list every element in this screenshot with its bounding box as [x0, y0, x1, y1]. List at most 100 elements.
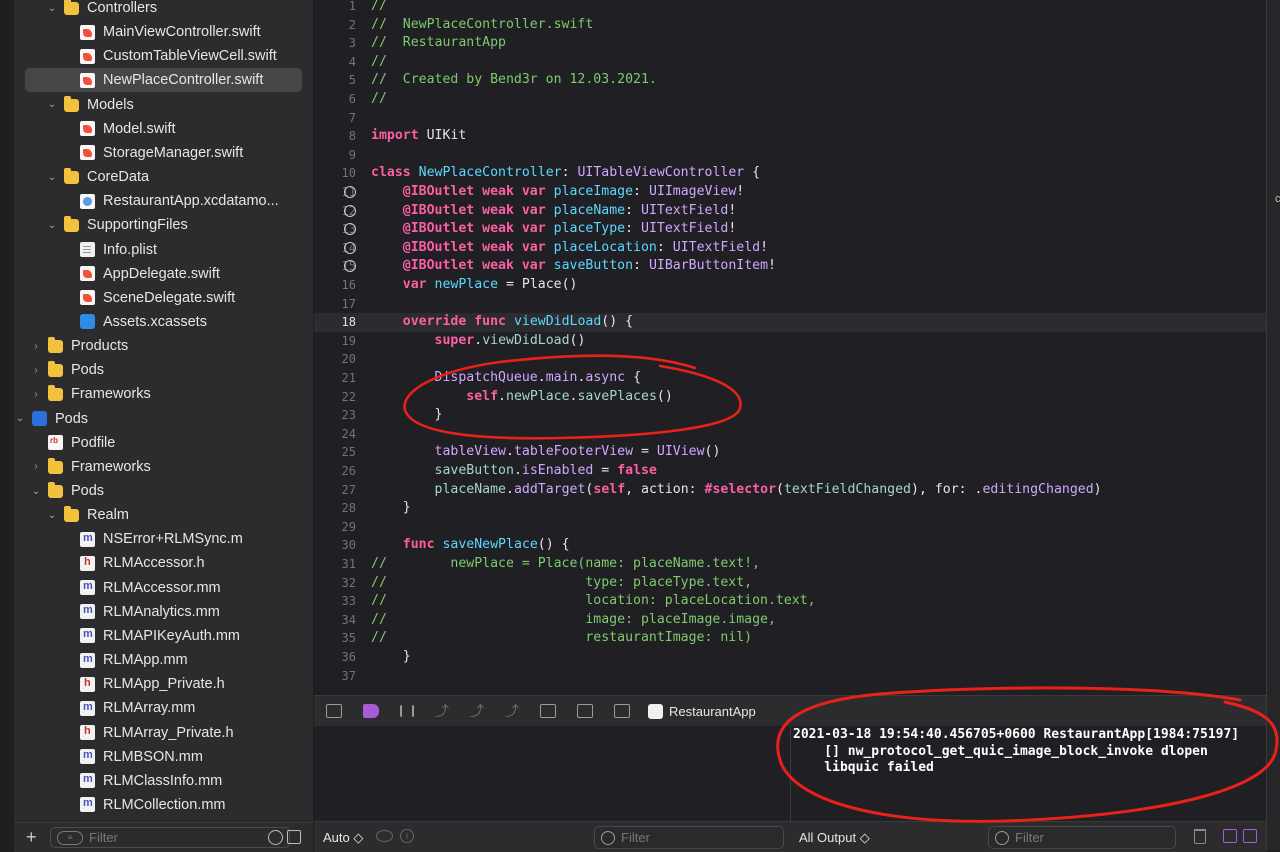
code-line[interactable]: 37	[314, 667, 1266, 686]
code-line[interactable]: 5 // Created by Bend3r on 12.03.2021.	[314, 71, 1266, 90]
line-number[interactable]: 34	[314, 611, 356, 630]
code-line[interactable]: 6 //	[314, 90, 1266, 109]
code-line[interactable]: 1 //	[314, 0, 1266, 16]
line-number[interactable]: 24	[314, 425, 356, 444]
chevron-right-icon[interactable]: ›	[30, 461, 42, 473]
navigator-item[interactable]: StorageManager.swift	[14, 141, 313, 165]
code-line[interactable]: 36 }	[314, 648, 1266, 667]
code-line[interactable]: 34 // image: placeImage.image,	[314, 611, 1266, 630]
line-number[interactable]: 8	[314, 127, 356, 146]
chevron-down-icon[interactable]: ⌄	[46, 2, 58, 14]
console-filter-field[interactable]: Filter	[988, 826, 1176, 849]
line-number[interactable]: 21	[314, 369, 356, 388]
line-number[interactable]: 5	[314, 71, 356, 90]
line-number[interactable]: 28	[314, 499, 356, 518]
step-over-icon[interactable]	[435, 701, 449, 721]
code-line[interactable]: 30 func saveNewPlace() {	[314, 536, 1266, 555]
code-line[interactable]: 18 override func viewDidLoad() {	[314, 313, 1266, 332]
show-variables-icon[interactable]	[1223, 829, 1237, 843]
navigator-item[interactable]: Info.plist	[14, 238, 313, 262]
code-line[interactable]: 31 // newPlace = Place(name: placeName.te…	[314, 555, 1266, 574]
line-number[interactable]: 2	[314, 16, 356, 35]
pause-icon[interactable]	[400, 705, 414, 717]
line-number[interactable]: 23	[314, 406, 356, 425]
line-number[interactable]: 3	[314, 34, 356, 53]
console-output[interactable]: 2021-03-18 19:54:40.456705+0600 Restaura…	[790, 726, 1267, 821]
line-number[interactable]: 32	[314, 574, 356, 593]
code-line[interactable]: 12 @IBOutlet weak var placeName: UITextF…	[314, 202, 1266, 221]
line-number[interactable]: 35	[314, 629, 356, 648]
navigator-item[interactable]: RLMAccessor.mm	[14, 576, 313, 600]
navigator-item[interactable]: MainViewController.swift	[14, 20, 313, 44]
step-out-icon[interactable]	[505, 701, 519, 721]
hide-debug-area-icon[interactable]	[326, 704, 342, 718]
show-console-icon[interactable]	[1243, 829, 1257, 843]
navigator-item[interactable]: NSError+RLMSync.m	[14, 527, 313, 551]
navigator-item[interactable]: RLMAccessor.h	[14, 551, 313, 575]
navigator-item[interactable]: RLMApp.mm	[14, 648, 313, 672]
code-line[interactable]: 23 }	[314, 406, 1266, 425]
code-line[interactable]: 7	[314, 109, 1266, 128]
code-line[interactable]: 8 import UIKit	[314, 127, 1266, 146]
navigator-item[interactable]: › Frameworks	[14, 382, 313, 406]
code-line[interactable]: 28 }	[314, 499, 1266, 518]
line-number[interactable]: 26	[314, 462, 356, 481]
navigator-item[interactable]: RLMApp_Private.h	[14, 672, 313, 696]
source-editor[interactable]: 1 // 2 // NewPlaceController.swift 3 // Resta…	[314, 0, 1266, 694]
chevron-down-icon[interactable]: ⌄	[30, 485, 42, 497]
line-number[interactable]: 4	[314, 53, 356, 72]
navigator-item[interactable]: RLMAPIKeyAuth.mm	[14, 624, 313, 648]
code-line[interactable]: 4 //	[314, 53, 1266, 72]
code-line[interactable]: 25 tableView.tableFooterView = UIView()	[314, 443, 1266, 462]
chevron-right-icon[interactable]: ›	[30, 340, 42, 352]
line-number[interactable]: 29	[314, 518, 356, 537]
line-number[interactable]: 9	[314, 146, 356, 165]
navigator-item[interactable]: RLMArray_Private.h	[14, 721, 313, 745]
step-into-icon[interactable]	[470, 701, 484, 721]
code-line[interactable]: 15 @IBOutlet weak var saveButton: UIBarB…	[314, 257, 1266, 276]
line-number[interactable]: 18	[314, 313, 356, 332]
code-line[interactable]: 10 class NewPlaceController: UITableViewC…	[314, 164, 1266, 183]
code-line[interactable]: 26 saveButton.isEnabled = false	[314, 462, 1266, 481]
code-line[interactable]: 21 DispatchQueue.main.async {	[314, 369, 1266, 388]
view-hierarchy-icon[interactable]	[540, 704, 556, 718]
navigator-item[interactable]: ⌄ Realm	[14, 503, 313, 527]
navigator-item[interactable]: ⌄ Pods	[14, 407, 313, 431]
code-line[interactable]: 13 @IBOutlet weak var placeType: UITextF…	[314, 220, 1266, 239]
chevron-down-icon[interactable]: ⌄	[46, 509, 58, 521]
navigator-item[interactable]: NewPlaceController.swift	[25, 68, 302, 93]
line-number[interactable]: 7	[314, 109, 356, 128]
chevron-right-icon[interactable]: ›	[30, 388, 42, 400]
source-control-filter-icon[interactable]	[287, 830, 301, 844]
navigator-item[interactable]: › Frameworks	[14, 455, 313, 479]
navigator-item[interactable]: RLMCollection.mm	[14, 793, 313, 817]
navigator-item[interactable]: ⌄ Pods	[14, 479, 313, 503]
outlet-connection-icon[interactable]	[344, 204, 356, 217]
line-number[interactable]: 31	[314, 555, 356, 574]
outlet-connection-icon[interactable]	[344, 241, 356, 254]
code-line[interactable]: 17	[314, 295, 1266, 314]
line-number[interactable]: 30	[314, 536, 356, 555]
navigator-item[interactable]: CustomTableViewCell.swift	[14, 44, 313, 68]
line-number[interactable]: 37	[314, 667, 356, 686]
variables-view[interactable]	[314, 726, 790, 821]
code-line[interactable]: 9	[314, 146, 1266, 165]
line-number[interactable]: 33	[314, 592, 356, 611]
navigator-item[interactable]: RestaurantApp.xcdatamo...	[14, 189, 313, 213]
recent-files-icon[interactable]	[268, 830, 283, 845]
code-line[interactable]: 19 super.viewDidLoad()	[314, 332, 1266, 351]
navigator-item[interactable]: › Products	[14, 334, 313, 358]
navigator-item[interactable]: Podfile	[14, 431, 313, 455]
line-number[interactable]: 22	[314, 388, 356, 407]
navigator-item[interactable]: SceneDelegate.swift	[14, 286, 313, 310]
variables-scope-selector[interactable]: Auto ◇	[323, 830, 363, 846]
navigator-item[interactable]: Model.swift	[14, 117, 313, 141]
chevron-down-icon[interactable]: ⌄	[46, 171, 58, 183]
navigator-filter-field[interactable]: ≡ Filter	[50, 827, 290, 848]
eye-icon[interactable]	[376, 830, 393, 842]
filter-options-icon[interactable]: ≡	[57, 830, 83, 845]
chevron-down-icon[interactable]: ⌄	[46, 219, 58, 231]
add-file-button[interactable]: +	[26, 827, 42, 848]
code-line[interactable]: 3 // RestaurantApp	[314, 34, 1266, 53]
chevron-right-icon[interactable]: ›	[30, 364, 42, 376]
